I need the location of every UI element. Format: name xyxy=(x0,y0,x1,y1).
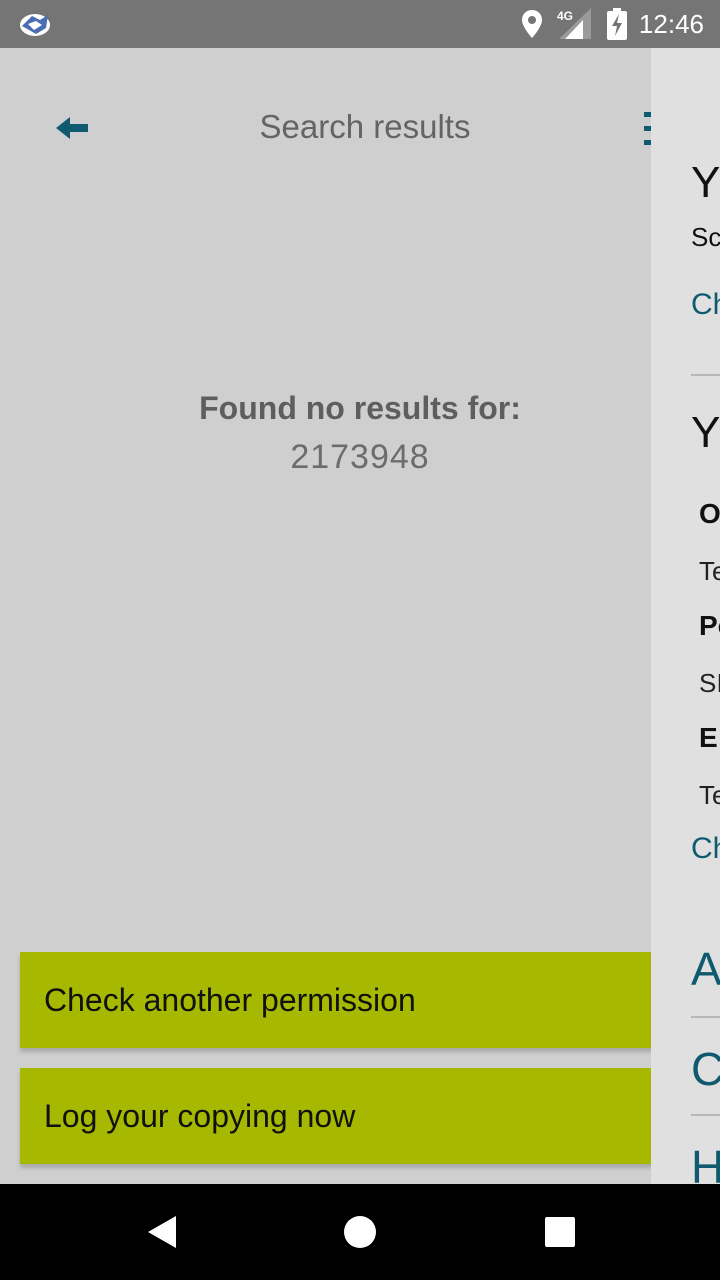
nav-home-button[interactable] xyxy=(312,1184,408,1280)
drawer-change-link[interactable]: Ch xyxy=(691,288,720,322)
drawer-field-label: O xyxy=(699,498,720,529)
drawer-divider xyxy=(691,1016,720,1018)
clock: 12:46 xyxy=(638,8,704,39)
back-triangle-icon xyxy=(148,1216,176,1248)
more-vertical-icon[interactable] xyxy=(636,112,651,148)
signal-4g-icon: 4G xyxy=(557,8,591,39)
drawer-field-value: SI xyxy=(699,668,720,698)
drawer-field-label: E xyxy=(699,722,718,753)
drawer-account-subtitle: Sc xyxy=(691,222,720,252)
drawer-field-value: Te xyxy=(699,780,720,810)
drawer-heading-account: Y xyxy=(691,158,720,207)
empty-results-label: Found no results for: xyxy=(199,390,521,426)
drawer-menu-item[interactable]: C xyxy=(691,1042,720,1096)
drawer-divider xyxy=(691,374,720,376)
navigation-bar xyxy=(0,1184,720,1280)
nav-back-button[interactable] xyxy=(112,1184,208,1280)
battery-charging-icon xyxy=(606,8,627,40)
drawer-heading-details: Y xyxy=(691,408,720,457)
network-label: 4G xyxy=(557,9,573,23)
log-copying-button[interactable]: Log your copying now xyxy=(20,1068,651,1164)
location-icon xyxy=(521,10,542,38)
status-bar: 4G 12:46 xyxy=(0,0,720,48)
drawer-field-label: Po xyxy=(699,610,720,641)
check-another-permission-button[interactable]: Check another permission xyxy=(20,952,651,1048)
drawer-field-value: Te xyxy=(699,556,720,586)
home-circle-icon xyxy=(344,1216,376,1248)
page-title: Search results xyxy=(259,108,471,145)
search-query: 2173948 xyxy=(290,438,430,476)
drawer-divider xyxy=(691,1114,720,1116)
navigation-drawer: Y Sc Ch Y O Te Po SI E Te Ch A C H xyxy=(651,48,720,1184)
search-results-screen: Search results Found no results for: 217… xyxy=(0,48,651,1184)
recents-square-icon xyxy=(545,1217,575,1247)
drawer-menu-item[interactable]: A xyxy=(691,942,720,996)
app-notification-icon xyxy=(20,14,50,36)
drawer-menu-item[interactable]: H xyxy=(691,1140,720,1184)
nav-recents-button[interactable] xyxy=(512,1184,608,1280)
drawer-change-details-link[interactable]: Ch xyxy=(691,832,720,866)
